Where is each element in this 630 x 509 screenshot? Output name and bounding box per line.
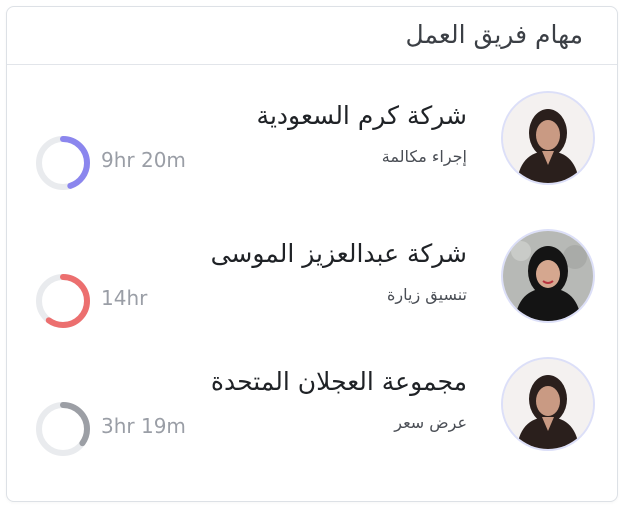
task-type: عرض سعر [394,413,467,432]
task-type: تنسيق زيارة [387,285,467,304]
progress-ring [36,274,90,328]
duration-text: 3hr 19m [101,414,186,438]
person-avatar-icon [503,93,593,183]
person-avatar-icon [503,231,593,321]
task-item[interactable]: شركة كرم السعودية إجراء مكالمة 9hr 20m [7,91,617,201]
task-item[interactable]: مجموعة العجلان المتحدة عرض سعر 3hr 19m [7,357,617,467]
company-name[interactable]: شركة كرم السعودية [257,101,467,130]
card-title: مهام فريق العمل [405,20,583,49]
avatar [501,229,595,323]
task-item[interactable]: شركة عبدالعزيز الموسى تنسيق زيارة 14hr [7,229,617,339]
progress-ring [36,402,90,456]
task-type: إجراء مكالمة [381,147,467,166]
company-name[interactable]: مجموعة العجلان المتحدة [211,367,467,396]
avatar [501,91,595,185]
avatar [501,357,595,451]
team-tasks-card: مهام فريق العمل شركة كرم السعودية إجراء … [6,6,618,502]
progress-ring [36,136,90,190]
person-avatar-icon [503,359,593,449]
duration-text: 14hr [101,286,148,310]
company-name[interactable]: شركة عبدالعزيز الموسى [211,239,467,268]
duration-text: 9hr 20m [101,148,186,172]
card-header: مهام فريق العمل [7,7,617,65]
